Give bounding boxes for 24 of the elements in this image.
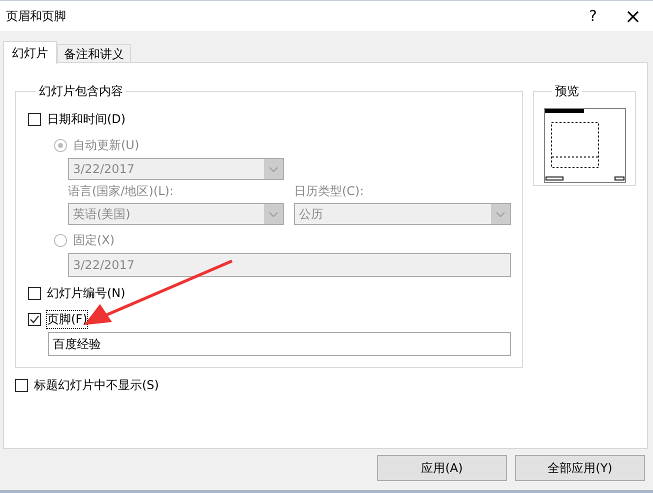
checkbox-label: 日期和时间(D) bbox=[47, 110, 126, 128]
chevron-down-icon bbox=[496, 212, 505, 216]
footer-field[interactable]: 百度经验 bbox=[48, 332, 511, 356]
checkbox-label: 幻灯片编号(N) bbox=[47, 284, 126, 302]
radio-label: 自动更新(U) bbox=[73, 136, 140, 154]
apply-button[interactable]: 全部应用(Y) bbox=[515, 455, 645, 481]
chevron-down-icon bbox=[269, 166, 278, 172]
checkbox[interactable] bbox=[28, 312, 41, 326]
field-label: 语言(国家/地区)(L): bbox=[68, 183, 174, 200]
window-title: 页眉和页脚 bbox=[6, 8, 67, 24]
close-button[interactable]: × bbox=[613, 1, 653, 31]
tab[interactable]: 幻灯片 bbox=[3, 41, 57, 64]
chevron-down-icon bbox=[269, 212, 278, 216]
checkbox[interactable] bbox=[28, 286, 41, 300]
checkbox-label: 标题幻灯片中不显示(S) bbox=[34, 376, 159, 394]
radio-label: 固定(X) bbox=[73, 232, 115, 248]
apply-button[interactable]: 应用(A) bbox=[377, 455, 507, 481]
group-title: 幻灯片包含内容 bbox=[38, 83, 124, 100]
tab[interactable]: 备注和讲义 bbox=[57, 44, 131, 64]
field-label: 日历类型(C): bbox=[294, 183, 364, 200]
help-button[interactable]: ? bbox=[573, 1, 613, 31]
checkbox[interactable] bbox=[15, 378, 28, 392]
group-title: 预览 bbox=[554, 83, 580, 100]
checkbox-label: 页脚(F) bbox=[47, 310, 88, 328]
